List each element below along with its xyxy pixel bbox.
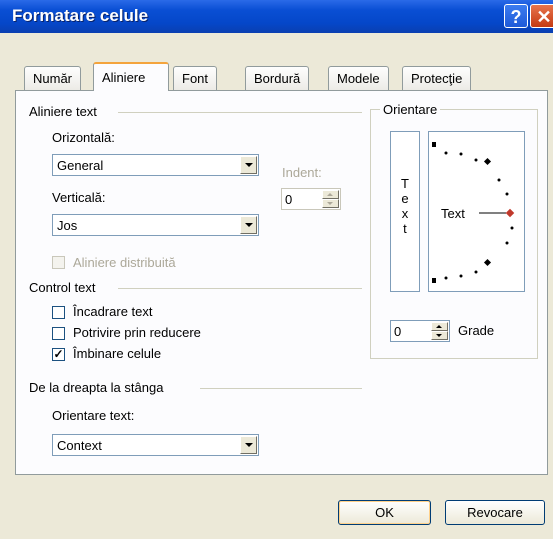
tab-patterns[interactable]: Modele xyxy=(328,66,389,90)
group-divider xyxy=(118,112,362,113)
tab-font[interactable]: Font xyxy=(173,66,218,90)
degrees-stepper[interactable]: 0 xyxy=(390,320,450,342)
tab-alignment[interactable]: Aliniere xyxy=(93,62,169,91)
spin-up-icon[interactable] xyxy=(431,322,448,331)
tab-number[interactable]: Număr xyxy=(24,66,82,90)
wrap-text-label: Încadrare text xyxy=(73,304,153,319)
spin-down-icon[interactable] xyxy=(431,331,448,340)
text-control-group-label: Control text xyxy=(29,280,96,295)
dialog-title: Formatare celule xyxy=(12,6,149,25)
dial-text: Text xyxy=(441,206,465,221)
text-alignment-group-label: Aliniere text xyxy=(29,104,97,119)
chevron-down-icon[interactable] xyxy=(240,156,257,174)
group-divider xyxy=(118,288,362,289)
shrink-to-fit-checkbox[interactable] xyxy=(52,327,65,340)
vertical-text-box[interactable]: T e x t xyxy=(390,131,420,292)
group-divider xyxy=(200,388,362,389)
chevron-down-icon[interactable] xyxy=(240,436,257,454)
chevron-down-icon[interactable] xyxy=(240,216,257,234)
horizontal-select[interactable]: General xyxy=(52,154,259,176)
text-direction-select[interactable]: Context xyxy=(52,434,259,456)
tab-protection[interactable]: Protecţie xyxy=(402,66,472,90)
vertical-select[interactable]: Jos xyxy=(52,214,259,236)
horizontal-label: Orizontală: xyxy=(52,130,115,145)
distributed-label: Aliniere distribuită xyxy=(73,255,176,270)
spin-down-icon[interactable] xyxy=(322,199,339,208)
spin-up-icon[interactable] xyxy=(322,190,339,199)
orientation-dial[interactable]: Text xyxy=(428,131,525,292)
shrink-to-fit-label: Potrivire prin reducere xyxy=(73,325,201,340)
text-direction-label: Orientare text: xyxy=(52,408,135,423)
degrees-label: Grade xyxy=(458,323,495,338)
cancel-button[interactable]: Revocare xyxy=(445,500,545,525)
merge-cells-label: Îmbinare celule xyxy=(73,346,162,361)
help-icon[interactable]: ? xyxy=(504,4,528,28)
orientation-group-label: Orientare xyxy=(380,102,441,117)
title-bar[interactable]: Formatare celule ? ✕ xyxy=(0,0,553,33)
format-cells-dialog: Formatare celule ? ✕ Număr Aliniere Font… xyxy=(0,0,553,539)
distributed-checkbox[interactable] xyxy=(52,256,65,269)
vertical-label: Verticală: xyxy=(52,190,106,205)
close-icon[interactable]: ✕ xyxy=(530,4,553,28)
indent-label: Indent: xyxy=(282,165,322,180)
merge-cells-checkbox[interactable]: ✓ xyxy=(52,348,65,361)
tab-border[interactable]: Bordură xyxy=(245,66,310,90)
wrap-text-checkbox[interactable] xyxy=(52,306,65,319)
ok-button[interactable]: OK xyxy=(338,500,431,525)
rtl-group-label: De la dreapta la stânga xyxy=(29,380,164,395)
indent-stepper[interactable]: 0 xyxy=(281,188,341,210)
checkmark-icon: ✓ xyxy=(53,347,64,361)
